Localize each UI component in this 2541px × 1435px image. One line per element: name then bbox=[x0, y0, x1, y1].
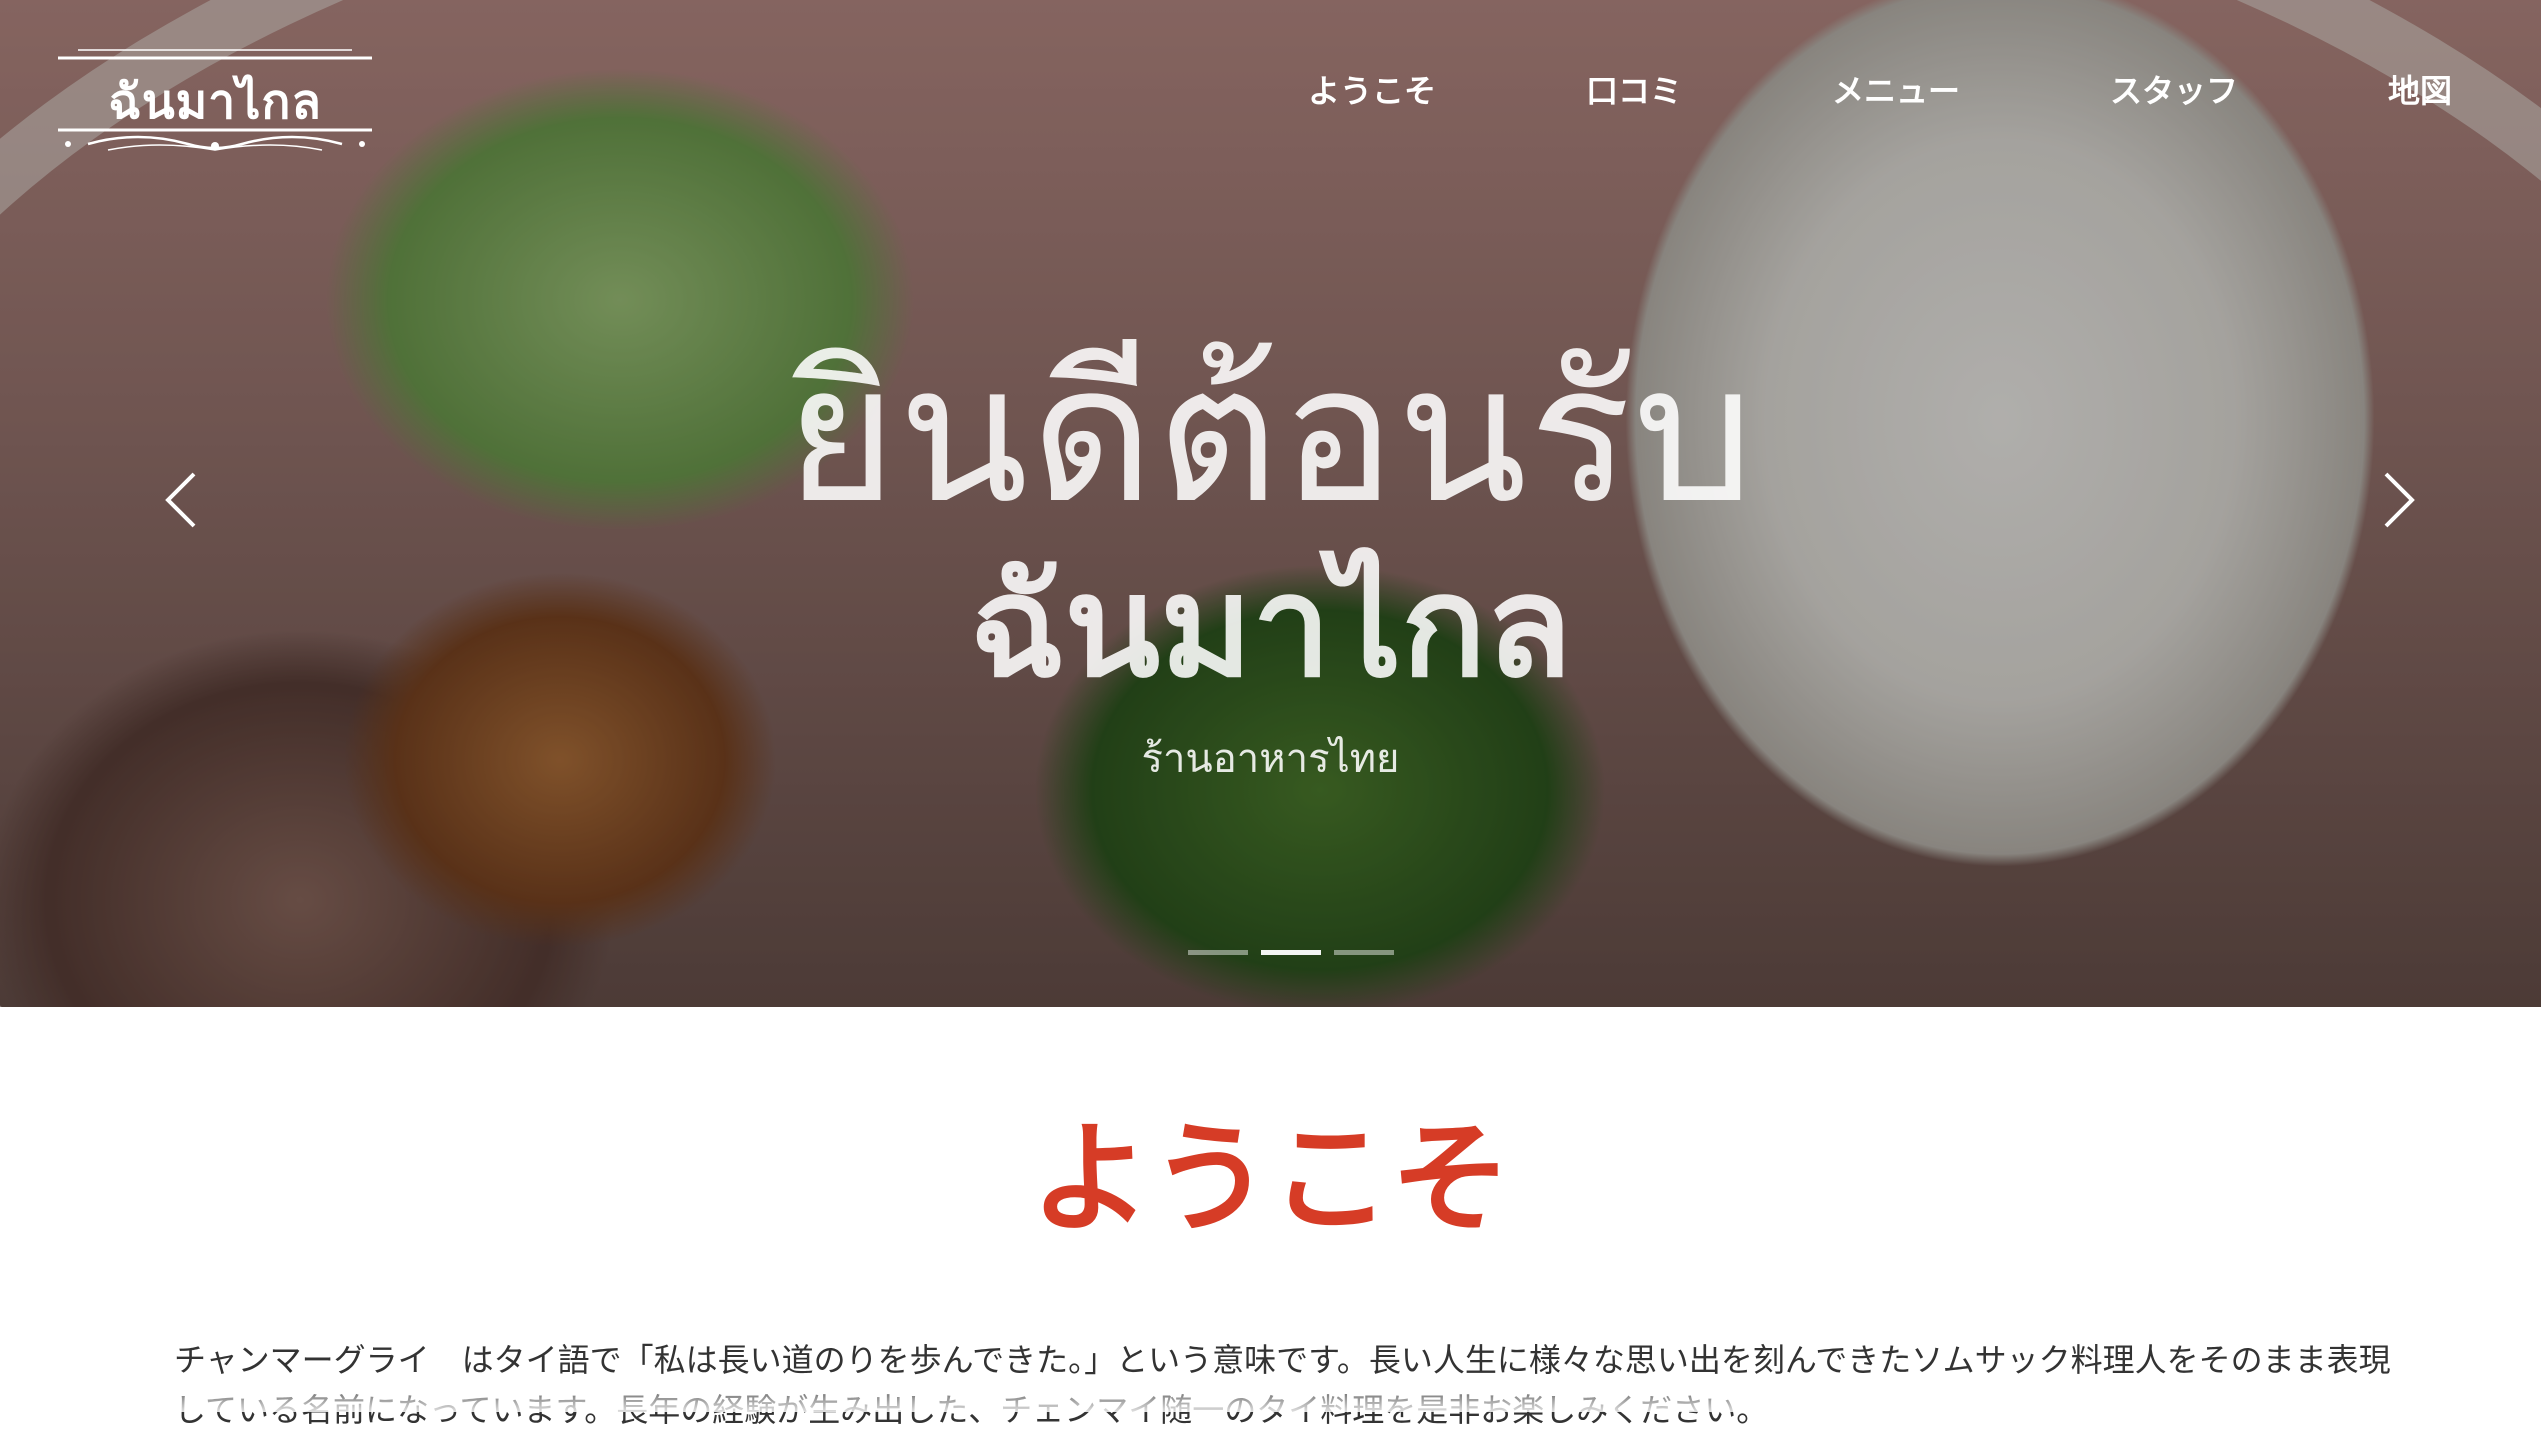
carousel-indicator-3[interactable] bbox=[1334, 950, 1394, 955]
nav-item-reviews[interactable]: 口コミ bbox=[1578, 62, 1690, 116]
main-nav: ようこそ 口コミ メニュー スタッフ 地図 bbox=[1300, 62, 2460, 116]
nav-item-menu[interactable]: メニュー bbox=[1824, 62, 1968, 116]
nav-item-staff[interactable]: スタッフ bbox=[2102, 62, 2246, 116]
chevron-left-icon bbox=[165, 472, 196, 528]
site-logo[interactable]: ฉันมาไกล bbox=[48, 46, 382, 158]
carousel-prev-button[interactable] bbox=[162, 470, 202, 530]
carousel-next-button[interactable] bbox=[2378, 470, 2418, 530]
hero-subtitle: ฉันมาไกล bbox=[969, 546, 1572, 709]
chevron-right-icon bbox=[2384, 472, 2415, 528]
hero-title: ยินดีต้อนรับ bbox=[785, 324, 1756, 545]
logo-text: ฉันมาไกล bbox=[108, 74, 322, 130]
hero-caption: ยินดีต้อนรับ ฉันมาไกล ร้านอาหารไทย bbox=[0, 330, 2541, 784]
carousel-indicator-2[interactable] bbox=[1261, 950, 1321, 955]
nav-item-map[interactable]: 地図 bbox=[2380, 62, 2460, 116]
carousel-indicators bbox=[1188, 950, 1394, 960]
hero-carousel: ฉันมาไกล ようこそ 口コミ メニュー スタッフ 地図 ยินดีต้อน… bbox=[0, 0, 2541, 1007]
hero-tagline: ร้านอาหารไทย bbox=[1141, 736, 1400, 782]
welcome-text: チャンマーグライ はタイ語で「私は長い道のりを歩んできた。」という意味です。長い… bbox=[174, 1341, 2391, 1429]
welcome-heading: ようこそ bbox=[1030, 1110, 1511, 1249]
nav-item-welcome[interactable]: ようこそ bbox=[1300, 62, 1444, 116]
carousel-indicator-1[interactable] bbox=[1188, 950, 1248, 955]
